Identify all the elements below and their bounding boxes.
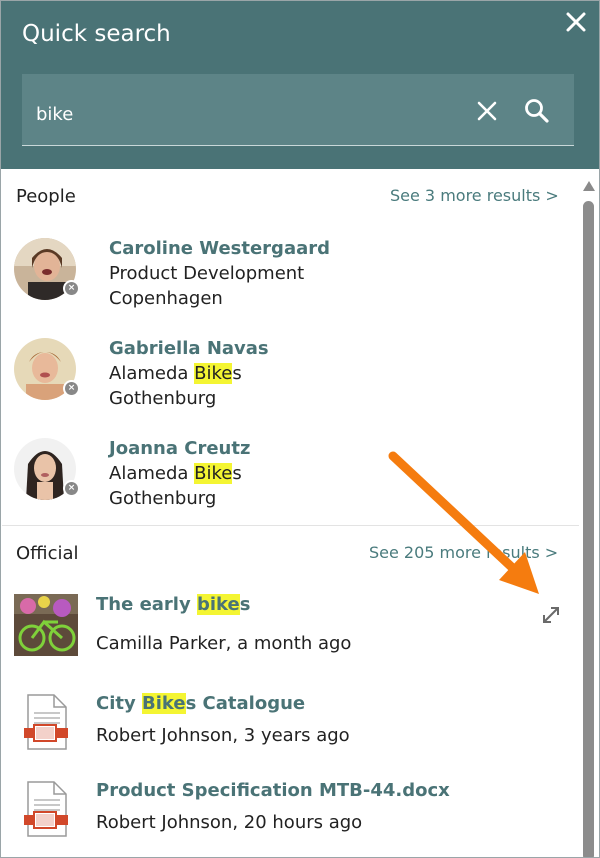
document-icon [22,780,70,838]
document-title[interactable]: City Bikes Catalogue [96,693,305,714]
quick-search-panel: Quick search bike People See 3 more resu… [0,0,600,858]
section-title-official: Official [16,543,79,564]
search-highlight: bike [196,594,240,615]
search-input[interactable]: bike [36,104,73,125]
person-name[interactable]: Caroline Westergaard [109,238,330,259]
document-result[interactable]: Product Specification MTB-44.docx Robert… [14,780,574,840]
search-highlight: Bike [194,363,233,384]
person-result[interactable]: × Caroline Westergaard Product Developme… [14,238,574,328]
scroll-thumb[interactable] [583,201,594,857]
offline-status-icon: × [63,480,80,497]
panel-title: Quick search [22,21,171,47]
offline-status-icon: × [63,280,80,297]
annotation-arrow-icon [381,446,561,611]
person-name[interactable]: Gabriella Navas [109,338,269,359]
clear-icon[interactable] [474,98,500,124]
search-highlight: Bike [194,463,233,484]
document-result[interactable]: City Bikes Catalogue Robert Johnson, 3 y… [14,693,574,753]
document-icon [22,693,70,751]
document-meta: Robert Johnson, 3 years ago [96,725,350,746]
quick-search-header: Quick search bike [1,1,599,169]
document-title[interactable]: Product Specification MTB-44.docx [96,780,450,801]
bike-photo-thumbnail [14,594,78,656]
close-icon[interactable] [561,7,591,37]
person-department: Product Development [109,263,305,284]
search-highlight: Bike [141,693,186,714]
document-meta: Camilla Parker, a month ago [96,633,352,654]
section-title-people: People [16,186,76,207]
results-scrollbar[interactable] [579,169,599,857]
document-title[interactable]: The early bikes [96,594,250,615]
search-field[interactable]: bike [22,74,574,146]
document-meta: Robert Johnson, 20 hours ago [96,812,363,833]
person-location: Copenhagen [109,288,223,309]
search-icon[interactable] [522,96,552,126]
person-company: Alameda Bikes [109,363,242,384]
person-location: Gothenburg [109,488,217,509]
person-location: Gothenburg [109,388,217,409]
person-name[interactable]: Joanna Creutz [109,438,250,459]
person-result[interactable]: × Gabriella Navas Alameda Bikes Gothenbu… [14,338,574,428]
person-company: Alameda Bikes [109,463,242,484]
scroll-up-arrow-icon[interactable] [583,181,595,191]
see-more-people-link[interactable]: See 3 more results > [390,186,559,205]
offline-status-icon: × [63,380,80,397]
